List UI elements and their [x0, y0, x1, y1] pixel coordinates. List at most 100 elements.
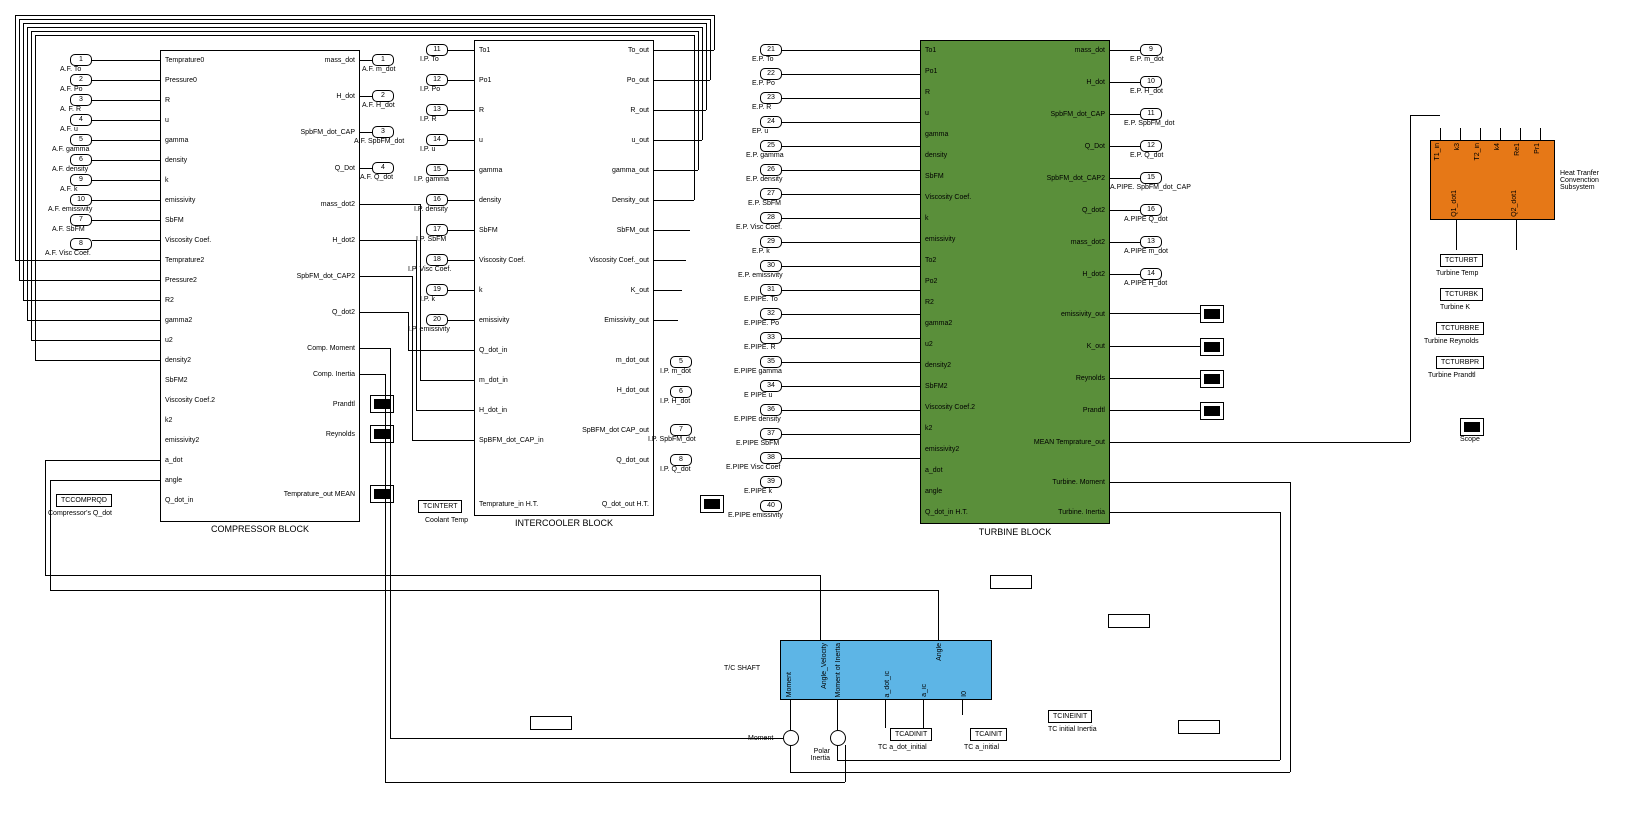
ep-inport-26[interactable]: 26: [760, 164, 782, 176]
af-outport-3-label: A.F. SpbFM_dot: [354, 138, 404, 145]
ep-outport-9[interactable]: 9: [1140, 44, 1162, 56]
af-outport-1[interactable]: 1: [372, 54, 394, 66]
af-inport-9[interactable]: 9: [70, 174, 92, 186]
const-tcineinit[interactable]: TCINEINIT: [1048, 710, 1092, 723]
ep-outport-11[interactable]: 11: [1140, 108, 1162, 120]
ip-inport-12[interactable]: 12: [426, 74, 448, 86]
ip-inport-16[interactable]: 16: [426, 194, 448, 206]
const-tcturbpr[interactable]: TCTURBPR: [1436, 356, 1484, 369]
comp-out-6: SpbFM_dot_CAP2: [297, 273, 355, 280]
epipe-inport-36[interactable]: 36: [760, 404, 782, 416]
heat-scope[interactable]: [1460, 418, 1484, 436]
apipe-outport-15[interactable]: 15: [1140, 172, 1162, 184]
af-inport-6[interactable]: 6: [70, 154, 92, 166]
ic-in-4: gamma: [479, 167, 502, 174]
ep-inport-28[interactable]: 28: [760, 212, 782, 224]
tcshaft-block[interactable]: Angle_Velocity Angle Moment Moment of In…: [780, 640, 992, 700]
ip-inport-14[interactable]: 14: [426, 134, 448, 146]
turbine-block[interactable]: To1 Po1 R u gamma density SbFM Viscosity…: [920, 40, 1110, 524]
ep-outport-10[interactable]: 10: [1140, 76, 1162, 88]
tb-in-9: emissivity: [925, 236, 955, 243]
turb-scope-4[interactable]: [1200, 402, 1224, 420]
intercooler-block[interactable]: To1 Po1 R u gamma density SbFM Viscosity…: [474, 40, 654, 516]
ip-inport-17[interactable]: 17: [426, 224, 448, 236]
const-tcturbre[interactable]: TCTURBRE: [1436, 322, 1484, 335]
ic-in-13: SpBFM_dot_CAP_in: [479, 437, 544, 444]
af-inport-3[interactable]: 3: [70, 94, 92, 106]
const-tcainit[interactable]: TCAINIT: [970, 728, 1007, 741]
ic-scope-ht[interactable]: [700, 495, 724, 513]
epipe-inport-37[interactable]: 37: [760, 428, 782, 440]
epipe-inport-40[interactable]: 40: [760, 500, 782, 512]
apipe-outport-13[interactable]: 13: [1140, 236, 1162, 248]
tb-out-4: SpbFM_dot_CAP2: [1047, 175, 1105, 182]
turb-scope-3[interactable]: [1200, 370, 1224, 388]
ep-inport-21[interactable]: 21: [760, 44, 782, 56]
ep-inport-29[interactable]: 29: [760, 236, 782, 248]
af-inport-2[interactable]: 2: [70, 74, 92, 86]
display-2[interactable]: [990, 575, 1032, 589]
ip-outport-5[interactable]: 5: [670, 356, 692, 368]
af-outport-3[interactable]: 3: [372, 126, 394, 138]
comp-in-19: emissivity2: [165, 437, 199, 444]
sum-inertia[interactable]: [830, 730, 846, 746]
ep-inport-25-label: E.P. gamma: [746, 152, 784, 159]
ep-inport-23[interactable]: 23: [760, 92, 782, 104]
tb-in-22: Q_dot_in H.T.: [925, 509, 968, 516]
sum-inertia-label: Polar Inertia: [800, 748, 830, 762]
ic-out-12: SpBFM_dot CAP_out: [582, 427, 649, 434]
af-inport-8[interactable]: 8: [70, 238, 92, 250]
heat-block[interactable]: T1_in k3 T2_in k4 Re1 Pr1 Q1_dot1 Q2_dot…: [1430, 140, 1555, 220]
ip-inport-13[interactable]: 13: [426, 104, 448, 116]
ep-inport-27[interactable]: 27: [760, 188, 782, 200]
tb-in-21: angle: [925, 488, 942, 495]
sum-moment[interactable]: [783, 730, 799, 746]
display-1[interactable]: [530, 716, 572, 730]
ep-inport-22[interactable]: 22: [760, 68, 782, 80]
epipe-inport-34[interactable]: 34: [760, 380, 782, 392]
apipe-outport-16[interactable]: 16: [1140, 204, 1162, 216]
turb-scope-1[interactable]: [1200, 305, 1224, 323]
turb-scope-2[interactable]: [1200, 338, 1224, 356]
const-tcintert[interactable]: TCINTERT: [418, 500, 462, 513]
ip-inport-20[interactable]: 20: [426, 314, 448, 326]
af-inport-7[interactable]: 7: [70, 214, 92, 226]
ip-inport-19[interactable]: 19: [426, 284, 448, 296]
ip-outport-8[interactable]: 8: [670, 454, 692, 466]
const-tcadinit[interactable]: TCADINIT: [890, 728, 932, 741]
const-tcturbt[interactable]: TCTURBT: [1440, 254, 1483, 267]
tb-out-0: mass_dot: [1075, 47, 1105, 54]
ep-inport-30[interactable]: 30: [760, 260, 782, 272]
compressor-block[interactable]: Temprature0 Pressure0 R u gamma density …: [160, 50, 360, 522]
apipe-outport-14[interactable]: 14: [1140, 268, 1162, 280]
comp-in-10: Temprature2: [165, 257, 204, 264]
ic-in-7: Viscosity Coef.: [479, 257, 525, 264]
const-tccomprod[interactable]: TCCOMPRQD: [56, 494, 112, 507]
ep-inport-24[interactable]: 24: [760, 116, 782, 128]
display-3[interactable]: [1108, 614, 1150, 628]
ip-outport-7[interactable]: 7: [670, 424, 692, 436]
display-4[interactable]: [1178, 720, 1220, 734]
ip-inport-18[interactable]: 18: [426, 254, 448, 266]
af-inport-7-label: A.F. SbFM: [52, 226, 85, 233]
ep-outport-12[interactable]: 12: [1140, 140, 1162, 152]
af-inport-10[interactable]: 10: [70, 194, 92, 206]
epipe-inport-38[interactable]: 38: [760, 452, 782, 464]
epipe-inport-33[interactable]: 33: [760, 332, 782, 344]
ip-inport-15[interactable]: 15: [426, 164, 448, 176]
epipe-inport-35[interactable]: 35: [760, 356, 782, 368]
ep-inport-25[interactable]: 25: [760, 140, 782, 152]
const-tcturbk[interactable]: TCTURBK: [1440, 288, 1483, 301]
epipe-inport-31[interactable]: 31: [760, 284, 782, 296]
epipe-inport-39[interactable]: 39: [760, 476, 782, 488]
af-outport-4[interactable]: 4: [372, 162, 394, 174]
af-outport-2[interactable]: 2: [372, 90, 394, 102]
ip-inport-11[interactable]: 11: [426, 44, 448, 56]
tb-in-13: gamma2: [925, 320, 952, 327]
tb-out-12: MEAN Temprature_out: [1034, 439, 1105, 446]
af-inport-1[interactable]: 1: [70, 54, 92, 66]
ip-outport-6[interactable]: 6: [670, 386, 692, 398]
af-inport-5[interactable]: 5: [70, 134, 92, 146]
epipe-inport-32[interactable]: 32: [760, 308, 782, 320]
af-inport-4[interactable]: 4: [70, 114, 92, 126]
